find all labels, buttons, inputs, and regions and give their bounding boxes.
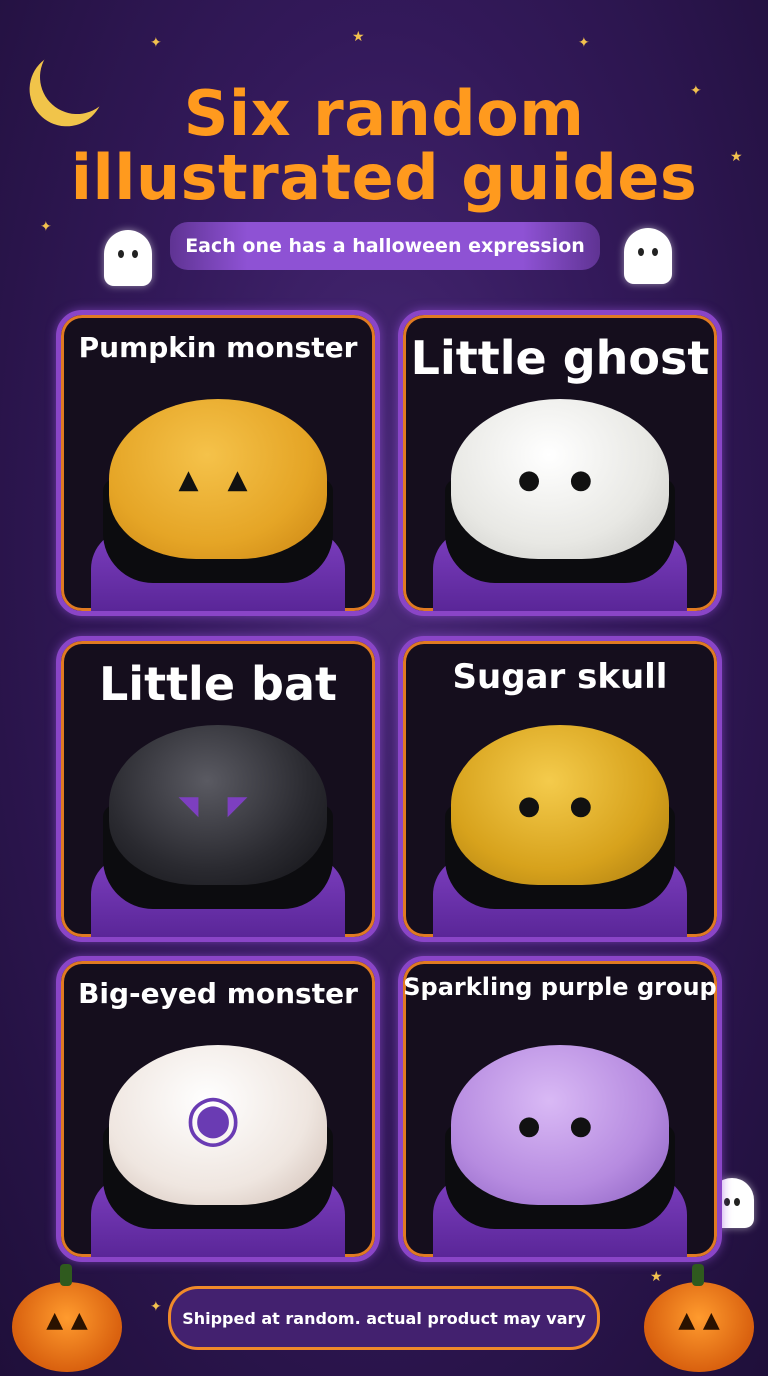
star-icon: ✦: [150, 35, 162, 51]
title-line-1: Six random: [183, 77, 585, 150]
star-icon: ✦: [40, 219, 52, 235]
card-label: Sparkling purple group: [403, 973, 717, 1001]
face: ◉: [185, 1081, 251, 1155]
ghost-icon: [624, 228, 672, 284]
face: ◥ ◤: [178, 791, 258, 821]
star-icon: ✦: [150, 1299, 162, 1315]
pumpkin-icon: ▲ ▲: [644, 1264, 754, 1372]
page-title: Six random illustrated guides: [0, 82, 768, 210]
title-line-2: illustrated guides: [70, 141, 698, 214]
card-label: Little bat: [99, 657, 337, 711]
card-sparkling-purple-group[interactable]: Sparkling purple group ☻ ★ ☻ ● ●: [398, 956, 722, 1262]
subtitle-text: Each one has a halloween expression: [185, 235, 585, 257]
star-icon: ★: [650, 1269, 663, 1285]
subtitle-banner: Each one has a halloween expression: [170, 222, 600, 270]
face: ● ●: [517, 465, 603, 495]
card-little-ghost[interactable]: Little ghost ☾ ★ ☻ ● ●: [398, 310, 722, 616]
card-big-eyed-monster[interactable]: Big-eyed monster ☾ ★ ☻ ◉: [56, 956, 380, 1262]
disclaimer-pill: Shipped at random. actual product may va…: [168, 1286, 600, 1350]
card-pumpkin-monster[interactable]: Pumpkin monster ☾ ★ ☻ ▲ ▲: [56, 310, 380, 616]
face: ● ●: [517, 1111, 603, 1141]
card-little-bat[interactable]: Little bat ☾ ★ ☻ ◥ ◤: [56, 636, 380, 942]
face: ▲ ▲: [178, 465, 258, 495]
card-label: Little ghost: [410, 331, 710, 385]
card-label: Pumpkin monster: [78, 331, 358, 364]
star-icon: ✦: [578, 35, 590, 51]
card-label: Big-eyed monster: [78, 977, 358, 1010]
star-icon: ★: [352, 29, 365, 45]
card-sugar-skull[interactable]: Sugar skull ☾ ★ ☻ ● ●: [398, 636, 722, 942]
card-label: Sugar skull: [452, 657, 668, 697]
disclaimer-text: Shipped at random. actual product may va…: [182, 1308, 586, 1328]
ghost-icon: [104, 230, 152, 286]
pumpkin-icon: ▲ ▲: [12, 1264, 122, 1372]
face: ● ●: [517, 791, 603, 821]
